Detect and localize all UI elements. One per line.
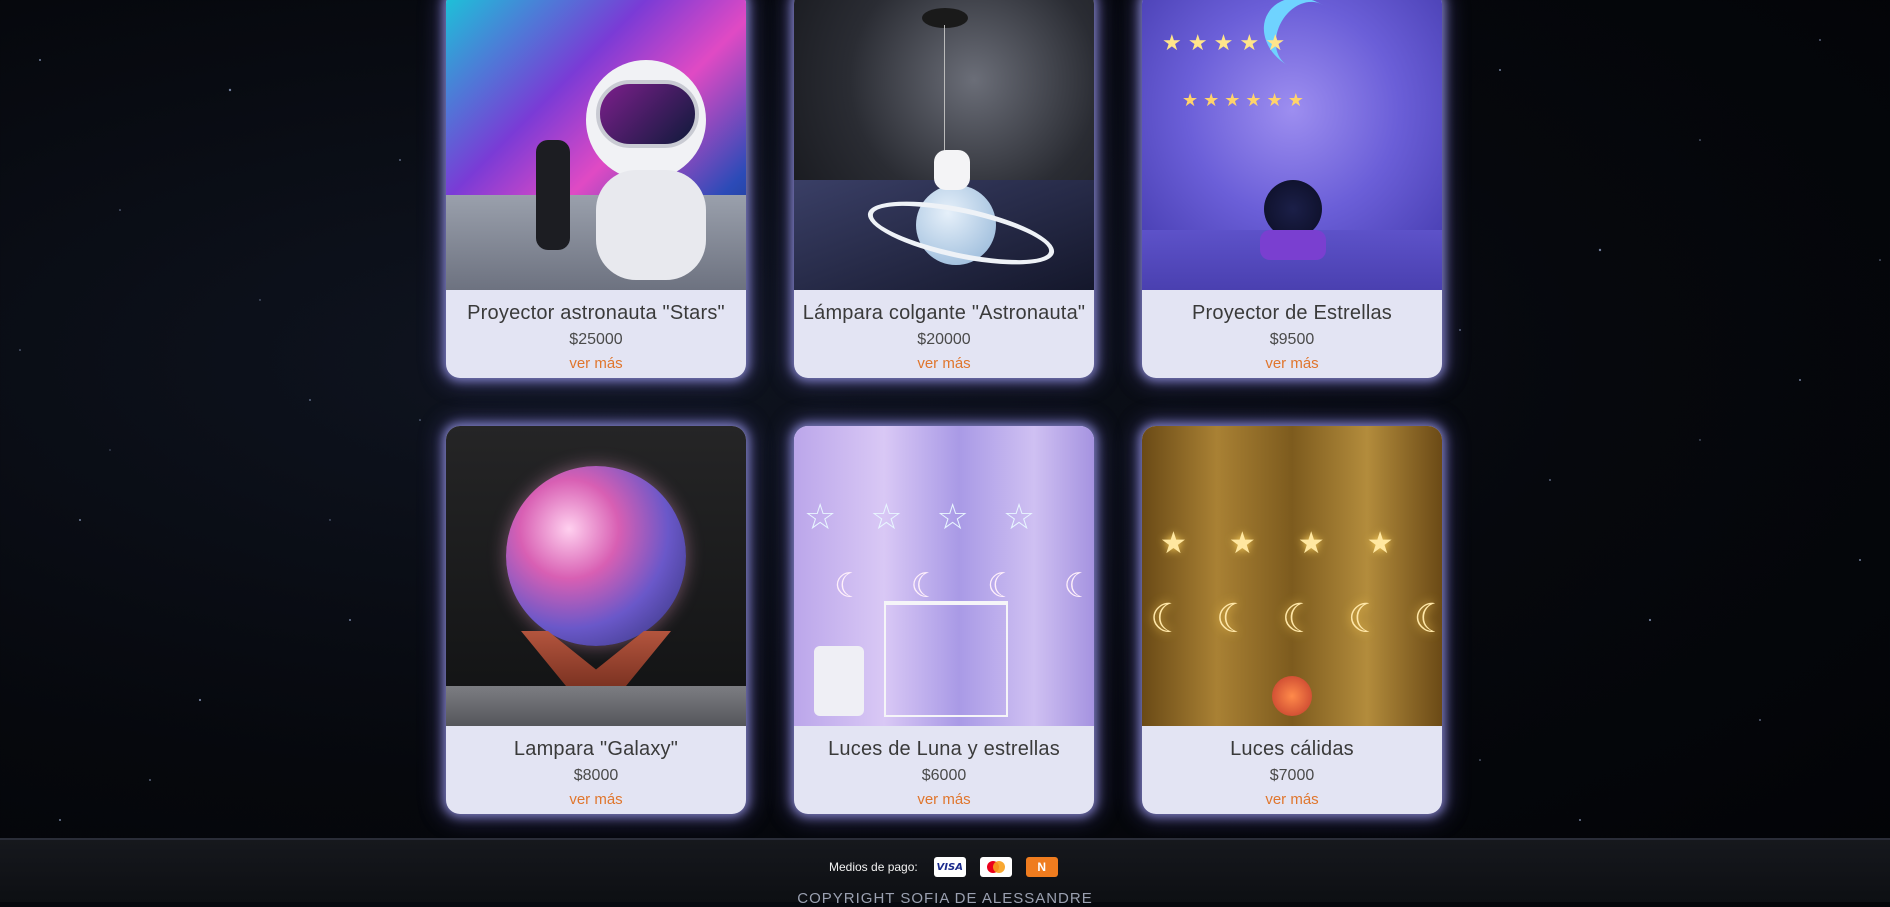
see-more-link[interactable]: ver más — [1265, 355, 1318, 372]
moon-icon: ☾☾☾☾ — [834, 567, 1094, 605]
product-price: $8000 — [573, 767, 619, 784]
payment-methods: Medios de pago: VISA N — [829, 857, 1058, 877]
product-card[interactable]: Lámpara colgante "Astronauta" $20000 ver… — [794, 0, 1094, 378]
visa-icon: VISA — [933, 857, 966, 877]
star-icon: ★ ★ ★ ★ ★ — [1162, 30, 1286, 55]
star-icon: ☆☆☆☆ — [804, 496, 1070, 537]
product-image[interactable]: ★★★★ ☾☾☾☾☾ — [1142, 426, 1442, 726]
product-image[interactable] — [794, 0, 1094, 290]
footer: Medios de pago: VISA N COPYRIGHT SOFIA D… — [0, 838, 1890, 907]
product-image[interactable] — [446, 0, 746, 290]
product-card[interactable]: ★★★★ ☾☾☾☾☾ Luces cálidas $7000 ver más — [1142, 426, 1442, 814]
product-title: Proyector de Estrellas — [1191, 302, 1393, 324]
see-more-link[interactable]: ver más — [569, 791, 622, 808]
product-price: $25000 — [569, 331, 623, 348]
star-icon: ★★★★ — [1160, 527, 1436, 560]
see-more-link[interactable]: ver más — [569, 355, 622, 372]
product-image[interactable]: ☆☆☆☆ ☾☾☾☾ — [794, 426, 1094, 726]
product-title: Luces de Luna y estrellas — [828, 738, 1060, 760]
product-price: $9500 — [1269, 331, 1315, 348]
see-more-link[interactable]: ver más — [917, 355, 970, 372]
product-card[interactable]: ☆☆☆☆ ☾☾☾☾ Luces de Luna y estrellas $600… — [794, 426, 1094, 814]
product-card[interactable]: ★ ★ ★ ★ ★ ★ ★ ★ ★ ★ ★ Proyector de Estre… — [1142, 0, 1442, 378]
naranja-icon: N — [1025, 857, 1058, 877]
star-icon: ★ ★ ★ ★ ★ ★ — [1182, 90, 1304, 110]
product-title: Proyector astronauta "Stars" — [467, 302, 725, 324]
product-price: $7000 — [1269, 767, 1315, 784]
mastercard-icon — [979, 857, 1012, 877]
product-card[interactable]: Lampara "Galaxy" $8000 ver más — [446, 426, 746, 814]
product-price: $6000 — [921, 767, 967, 784]
payment-label: Medios de pago: — [829, 860, 918, 874]
copyright-text: COPYRIGHT SOFIA DE ALESSANDRE — [797, 890, 1093, 907]
product-title: Luces cálidas — [1230, 738, 1354, 760]
product-price: $20000 — [917, 331, 971, 348]
product-title: Lámpara colgante "Astronauta" — [802, 302, 1086, 324]
see-more-link[interactable]: ver más — [1265, 791, 1318, 808]
moon-icon: ☾☾☾☾☾ — [1150, 597, 1442, 641]
product-card[interactable]: Proyector astronauta "Stars" $25000 ver … — [446, 0, 746, 378]
see-more-link[interactable]: ver más — [917, 791, 970, 808]
product-image[interactable] — [446, 426, 746, 726]
product-grid: Proyector astronauta "Stars" $25000 ver … — [446, 0, 1442, 814]
product-image[interactable]: ★ ★ ★ ★ ★ ★ ★ ★ ★ ★ ★ — [1142, 0, 1442, 290]
product-title: Lampara "Galaxy" — [513, 738, 679, 760]
